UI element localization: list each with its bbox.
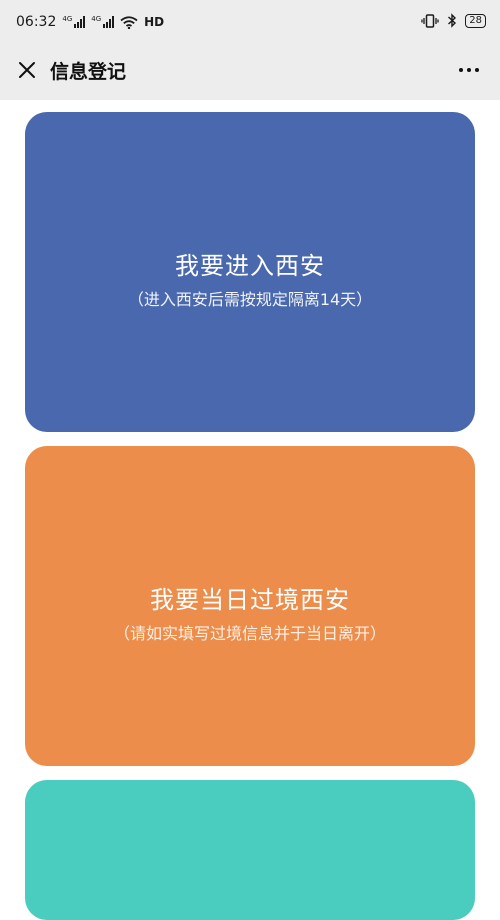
- transit-xian-card[interactable]: 我要当日过境西安 （请如实填写过境信息并于当日离开）: [25, 446, 475, 766]
- status-bar: 06:32 4G 4G HD 28: [0, 0, 500, 44]
- signal-icon: 4G: [62, 15, 86, 28]
- vibrate-icon: [421, 13, 439, 28]
- more-button[interactable]: [452, 55, 486, 85]
- third-option-card[interactable]: [25, 780, 475, 920]
- hd-indicator: HD: [144, 15, 165, 29]
- transit-xian-title: 我要当日过境西安: [150, 586, 350, 614]
- battery-icon: 28: [465, 13, 486, 28]
- signal-icon-2: 4G: [91, 15, 115, 28]
- enter-xian-subtitle: （进入西安后需按规定隔离14天）: [127, 290, 373, 309]
- close-icon: [19, 62, 35, 78]
- more-icon: [459, 68, 463, 72]
- close-button[interactable]: [12, 55, 42, 85]
- enter-xian-title: 我要进入西安: [175, 252, 325, 280]
- signal-tag-2: 4G: [91, 15, 102, 23]
- top-area: 06:32 4G 4G HD 28 信息登记: [0, 0, 500, 100]
- bluetooth-icon: [448, 13, 457, 28]
- signal-tag: 4G: [62, 15, 73, 23]
- page-title: 信息登记: [50, 61, 127, 83]
- status-time: 06:32: [16, 14, 57, 30]
- wifi-icon: [120, 15, 138, 29]
- status-right: 28: [421, 13, 486, 28]
- transit-xian-subtitle: （请如实填写过境信息并于当日离开）: [113, 624, 386, 643]
- status-left: 06:32 4G 4G HD: [16, 14, 164, 30]
- nav-bar: 信息登记: [0, 48, 500, 94]
- enter-xian-card[interactable]: 我要进入西安 （进入西安后需按规定隔离14天）: [25, 112, 475, 432]
